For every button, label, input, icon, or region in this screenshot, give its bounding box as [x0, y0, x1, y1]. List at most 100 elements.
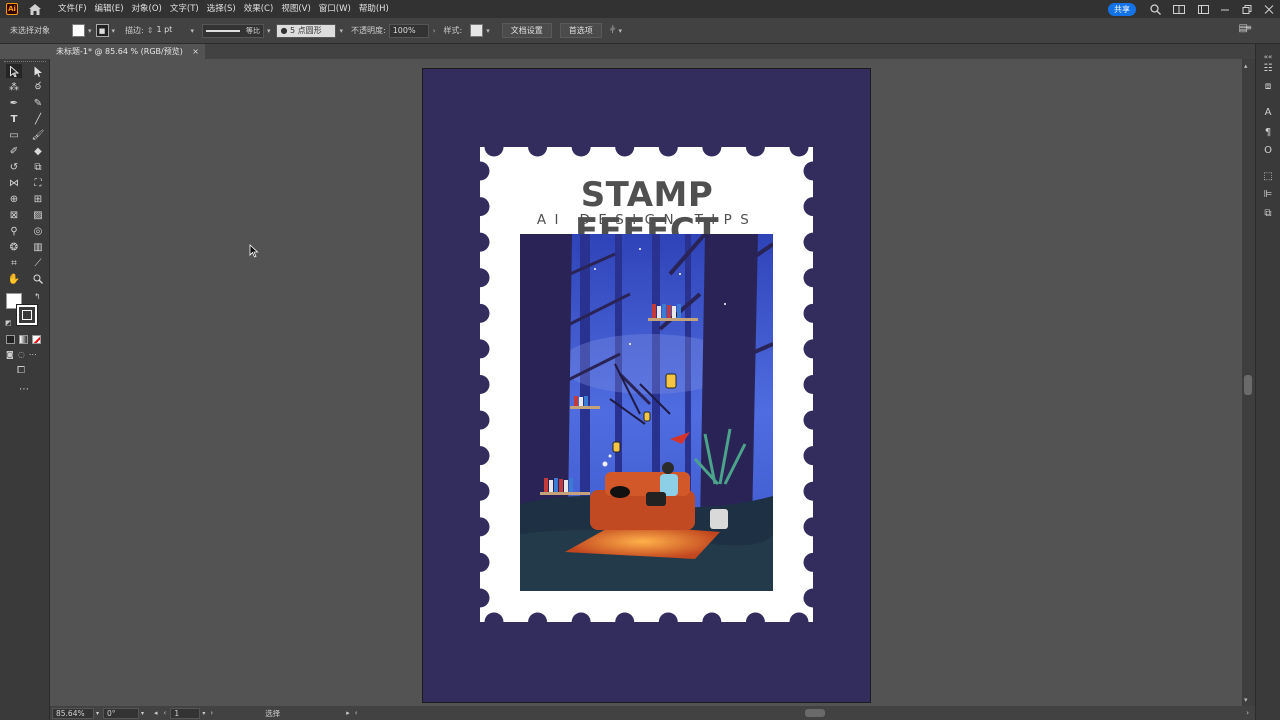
- menu-view[interactable]: 视图(V): [277, 0, 314, 18]
- stroke-color-icon[interactable]: [16, 304, 38, 326]
- zoom-dropdown-icon[interactable]: ▾: [96, 710, 99, 717]
- eraser-tool-icon[interactable]: ◆: [30, 144, 46, 158]
- search-icon[interactable]: [1144, 0, 1166, 18]
- rotation-dropdown-icon[interactable]: ▾: [141, 710, 144, 717]
- brush-select[interactable]: ● 5 点圆形: [276, 23, 337, 38]
- arrange-icon[interactable]: [1166, 0, 1192, 18]
- shaper-tool-icon[interactable]: ✐: [6, 144, 22, 158]
- magic-wand-tool-icon[interactable]: ⁂: [6, 80, 22, 94]
- draw-inside-icon[interactable]: ⋯: [29, 350, 37, 359]
- edit-toolbar-icon[interactable]: ⋯: [19, 384, 29, 395]
- align-icon[interactable]: ⫩: [610, 25, 616, 36]
- window-close-icon[interactable]: [1258, 0, 1280, 18]
- transform-panel-icon[interactable]: ⬚: [1261, 169, 1275, 183]
- hscroll-right-icon[interactable]: ›: [1246, 709, 1249, 717]
- document-tab[interactable]: 未标题-1* @ 85.64 % (RGB/预览) ×: [50, 44, 205, 59]
- direct-selection-tool-icon[interactable]: [30, 64, 46, 78]
- properties-panel-icon[interactable]: ☷: [1261, 61, 1275, 75]
- free-transform-tool-icon[interactable]: ⛶: [30, 176, 46, 190]
- swap-colors-icon[interactable]: ↰: [34, 292, 41, 301]
- vertical-scrollbar[interactable]: ▴ ▾: [1242, 59, 1255, 706]
- opacity-field[interactable]: 100%: [388, 23, 429, 38]
- type-tool-icon[interactable]: T: [6, 112, 22, 126]
- fill-dropdown-icon[interactable]: ▾: [88, 27, 92, 35]
- zoom-field[interactable]: 85.64%: [52, 707, 94, 719]
- menu-edit[interactable]: 编辑(E): [91, 0, 128, 18]
- default-colors-icon[interactable]: ◩: [5, 319, 12, 327]
- stroke-swatch[interactable]: ■: [95, 24, 109, 37]
- window-restore-icon[interactable]: [1236, 0, 1258, 18]
- horizontal-scroll-thumb[interactable]: [805, 709, 825, 717]
- preferences-button[interactable]: 首选项: [559, 23, 602, 38]
- status-menu-icon[interactable]: ▸: [346, 709, 350, 717]
- artboard-first-icon[interactable]: ‹: [164, 709, 167, 717]
- perspective-grid-tool-icon[interactable]: ⊞: [30, 192, 46, 206]
- opentype-panel-icon[interactable]: O: [1261, 143, 1275, 157]
- stroke-weight-dropdown-icon[interactable]: ▾: [190, 27, 194, 35]
- share-button[interactable]: 共享: [1108, 2, 1136, 16]
- eyedropper-tool-icon[interactable]: ⚲: [6, 224, 22, 238]
- screen-mode-icon[interactable]: ⧠: [17, 365, 25, 376]
- symbol-sprayer-tool-icon[interactable]: ❂: [6, 240, 22, 254]
- vertical-scroll-thumb[interactable]: [1244, 375, 1252, 395]
- zoom-tool-icon[interactable]: [30, 272, 46, 286]
- artboard-next-icon[interactable]: ›: [210, 709, 213, 717]
- mesh-tool-icon[interactable]: ⊠: [6, 208, 22, 222]
- scroll-down-icon[interactable]: ▾: [1244, 696, 1248, 704]
- home-icon[interactable]: [28, 2, 42, 16]
- hand-tool-icon[interactable]: ✋: [6, 272, 22, 286]
- align-dropdown-icon[interactable]: ▾: [618, 27, 622, 35]
- character-panel-icon[interactable]: A: [1261, 105, 1275, 119]
- pen-tool-icon[interactable]: ✒: [6, 96, 22, 110]
- none-mode-icon[interactable]: [32, 335, 41, 344]
- draw-behind-icon[interactable]: ◌: [18, 350, 25, 359]
- style-dropdown-icon[interactable]: ▾: [486, 27, 490, 35]
- menu-object[interactable]: 对象(O): [128, 0, 166, 18]
- artboard[interactable]: STAMP EFFECT AI DESIGN TIPS: [422, 68, 871, 703]
- hscroll-left-icon[interactable]: ‹: [355, 709, 358, 717]
- paragraph-panel-icon[interactable]: ¶: [1261, 125, 1275, 139]
- brush-dropdown-icon[interactable]: ▾: [339, 27, 343, 35]
- artboard-dropdown-icon[interactable]: ▾: [202, 710, 205, 717]
- artboard-tool-icon[interactable]: ⌗: [6, 256, 22, 270]
- libraries-panel-icon[interactable]: ⧈: [1261, 79, 1275, 93]
- menu-select[interactable]: 选择(S): [203, 0, 240, 18]
- workspace-icon[interactable]: [1192, 0, 1214, 18]
- style-swatch[interactable]: [470, 24, 484, 37]
- curvature-tool-icon[interactable]: ✎: [30, 96, 46, 110]
- panel-menu-icon[interactable]: ≡: [1245, 23, 1252, 32]
- close-tab-icon[interactable]: ×: [192, 44, 199, 59]
- stroke-stepper-icon[interactable]: ⇕: [147, 26, 154, 35]
- rectangle-tool-icon[interactable]: ▭: [6, 128, 22, 142]
- fill-swatch[interactable]: [72, 24, 85, 37]
- menu-help[interactable]: 帮助(H): [355, 0, 393, 18]
- menu-type[interactable]: 文字(T): [166, 0, 203, 18]
- stroke-profile-dropdown-icon[interactable]: ▾: [267, 27, 271, 35]
- opacity-arrow-icon[interactable]: ›: [433, 27, 436, 35]
- scale-tool-icon[interactable]: ⧉: [30, 160, 46, 174]
- toolbar-grip[interactable]: [4, 61, 46, 63]
- draw-normal-icon[interactable]: ◙: [6, 350, 14, 359]
- stroke-dropdown-icon[interactable]: ▾: [112, 27, 116, 35]
- selection-tool-icon[interactable]: [6, 64, 22, 78]
- color-mode-icon[interactable]: [6, 335, 15, 344]
- artboard-prev-icon[interactable]: ◂: [154, 709, 158, 717]
- menu-file[interactable]: 文件(F): [54, 0, 91, 18]
- menu-effect[interactable]: 效果(C): [240, 0, 278, 18]
- width-tool-icon[interactable]: ⋈: [6, 176, 22, 190]
- slice-tool-icon[interactable]: ⟋: [30, 256, 46, 270]
- pathfinder-panel-icon[interactable]: ⧉: [1261, 206, 1275, 220]
- blend-tool-icon[interactable]: ◎: [30, 224, 46, 238]
- graph-tool-icon[interactable]: ▥: [30, 240, 46, 254]
- stroke-profile-select[interactable]: 等比: [201, 23, 264, 38]
- stroke-weight-field[interactable]: 1 pt: [153, 24, 187, 38]
- gradient-tool-icon[interactable]: ▨: [30, 208, 46, 222]
- window-minimize-icon[interactable]: [1214, 0, 1236, 18]
- rotation-field[interactable]: 0°: [103, 707, 140, 719]
- shape-builder-tool-icon[interactable]: ⊕: [6, 192, 22, 206]
- artboard-number-field[interactable]: 1: [170, 707, 201, 719]
- lasso-tool-icon[interactable]: ఠ: [30, 80, 46, 94]
- document-setup-button[interactable]: 文档设置: [501, 23, 552, 38]
- rotate-tool-icon[interactable]: ↺: [6, 160, 22, 174]
- align-panel-icon[interactable]: ⊫: [1261, 187, 1275, 201]
